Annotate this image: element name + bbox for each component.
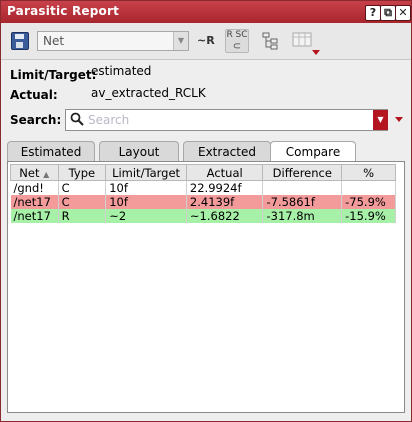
help-button[interactable]: ? xyxy=(365,5,381,21)
net-select[interactable]: Net ▼ xyxy=(37,31,189,51)
cell-difference: -7.5861f xyxy=(262,195,343,209)
rsc-icon-text: R SC xyxy=(226,30,248,40)
table-row[interactable]: /net17 R ~2 ~1.6822 -317.8m -15.9% xyxy=(10,209,396,223)
plug-glyph: ⊂ xyxy=(232,41,242,52)
hierarchy-icon[interactable] xyxy=(258,29,282,53)
search-input[interactable] xyxy=(88,112,378,128)
column-header-net[interactable]: Net ▲ xyxy=(10,164,59,181)
actual-value: av_extracted_RCLK xyxy=(91,86,206,100)
column-header-difference[interactable]: Difference xyxy=(262,164,343,181)
compare-table: Net ▲ Type Limit/Target Actual Differenc… xyxy=(10,164,396,223)
tab-compare[interactable]: Compare xyxy=(270,141,356,162)
table-row[interactable]: /gnd! C 10f 22.9924f xyxy=(10,180,396,195)
restore-button[interactable]: ⧉ xyxy=(380,5,396,21)
window-title: Parasitic Report xyxy=(7,4,120,18)
cell-net: /net17 xyxy=(10,195,59,209)
cell-actual: ~1.6822 xyxy=(186,209,264,223)
resistance-toggle-label[interactable]: ~R xyxy=(197,34,215,47)
cell-actual: 2.4139f xyxy=(186,195,264,209)
cell-net: /net17 xyxy=(10,209,59,223)
table-header-row: Net ▲ Type Limit/Target Actual Differenc… xyxy=(10,164,396,181)
rsc-icon[interactable]: R SC ⊂ xyxy=(225,29,249,53)
sort-ascending-icon: ▲ xyxy=(43,169,50,179)
actual-label: Actual: xyxy=(10,88,58,102)
search-dropdown-button[interactable]: ▼ xyxy=(373,110,388,130)
tab-estimated[interactable]: Estimated xyxy=(7,141,95,161)
search-box[interactable] xyxy=(65,109,388,131)
cell-difference: -317.8m xyxy=(262,209,343,223)
toolbar: Net ▼ ~R R SC ⊂ xyxy=(1,23,411,60)
column-header-type[interactable]: Type xyxy=(57,164,107,181)
table-icon[interactable] xyxy=(290,29,314,53)
search-options-icon[interactable] xyxy=(395,117,403,122)
search-label: Search: xyxy=(10,113,62,127)
title-bar[interactable]: Parasitic Report ? ⧉ ✕ xyxy=(1,1,411,23)
parasitic-report-window: Parasitic Report ? ⧉ ✕ Net ▼ ~R R SC ⊂ L… xyxy=(0,0,412,422)
column-header-limit-target[interactable]: Limit/Target xyxy=(105,164,187,181)
search-icon xyxy=(70,112,84,126)
cell-difference xyxy=(262,180,343,195)
close-button[interactable]: ✕ xyxy=(395,5,411,21)
net-select-value: Net xyxy=(43,34,65,48)
limit-target-label: Limit/Target: xyxy=(10,68,97,82)
compare-panel: Net ▲ Type Limit/Target Actual Differenc… xyxy=(7,161,405,413)
cell-limit: ~2 xyxy=(105,209,187,223)
table-menu-arrow-icon[interactable] xyxy=(312,50,320,55)
cell-net: /gnd! xyxy=(10,180,59,195)
tab-layout[interactable]: Layout xyxy=(99,141,179,161)
cell-type: C xyxy=(58,195,107,209)
chevron-down-icon[interactable]: ▼ xyxy=(173,32,188,50)
cell-actual: 22.9924f xyxy=(186,180,264,195)
cell-limit: 10f xyxy=(105,180,187,195)
column-header-actual[interactable]: Actual xyxy=(185,164,264,181)
table-row[interactable]: /net17 C 10f 2.4139f -7.5861f -75.9% xyxy=(10,195,396,209)
cell-percent xyxy=(341,180,396,195)
tab-extracted[interactable]: Extracted xyxy=(183,141,271,161)
cell-type: R xyxy=(58,209,107,223)
limit-target-value: estimated xyxy=(91,64,152,78)
cell-percent: -15.9% xyxy=(341,209,396,223)
hierarchy-glyph xyxy=(262,32,278,50)
cell-percent: -75.9% xyxy=(341,195,396,209)
table-glyph xyxy=(292,32,312,47)
cell-type: C xyxy=(58,180,107,195)
save-icon[interactable] xyxy=(11,32,29,50)
column-header-net-label: Net xyxy=(19,165,40,180)
column-header-percent[interactable]: % xyxy=(341,164,396,181)
cell-limit: 10f xyxy=(105,195,187,209)
